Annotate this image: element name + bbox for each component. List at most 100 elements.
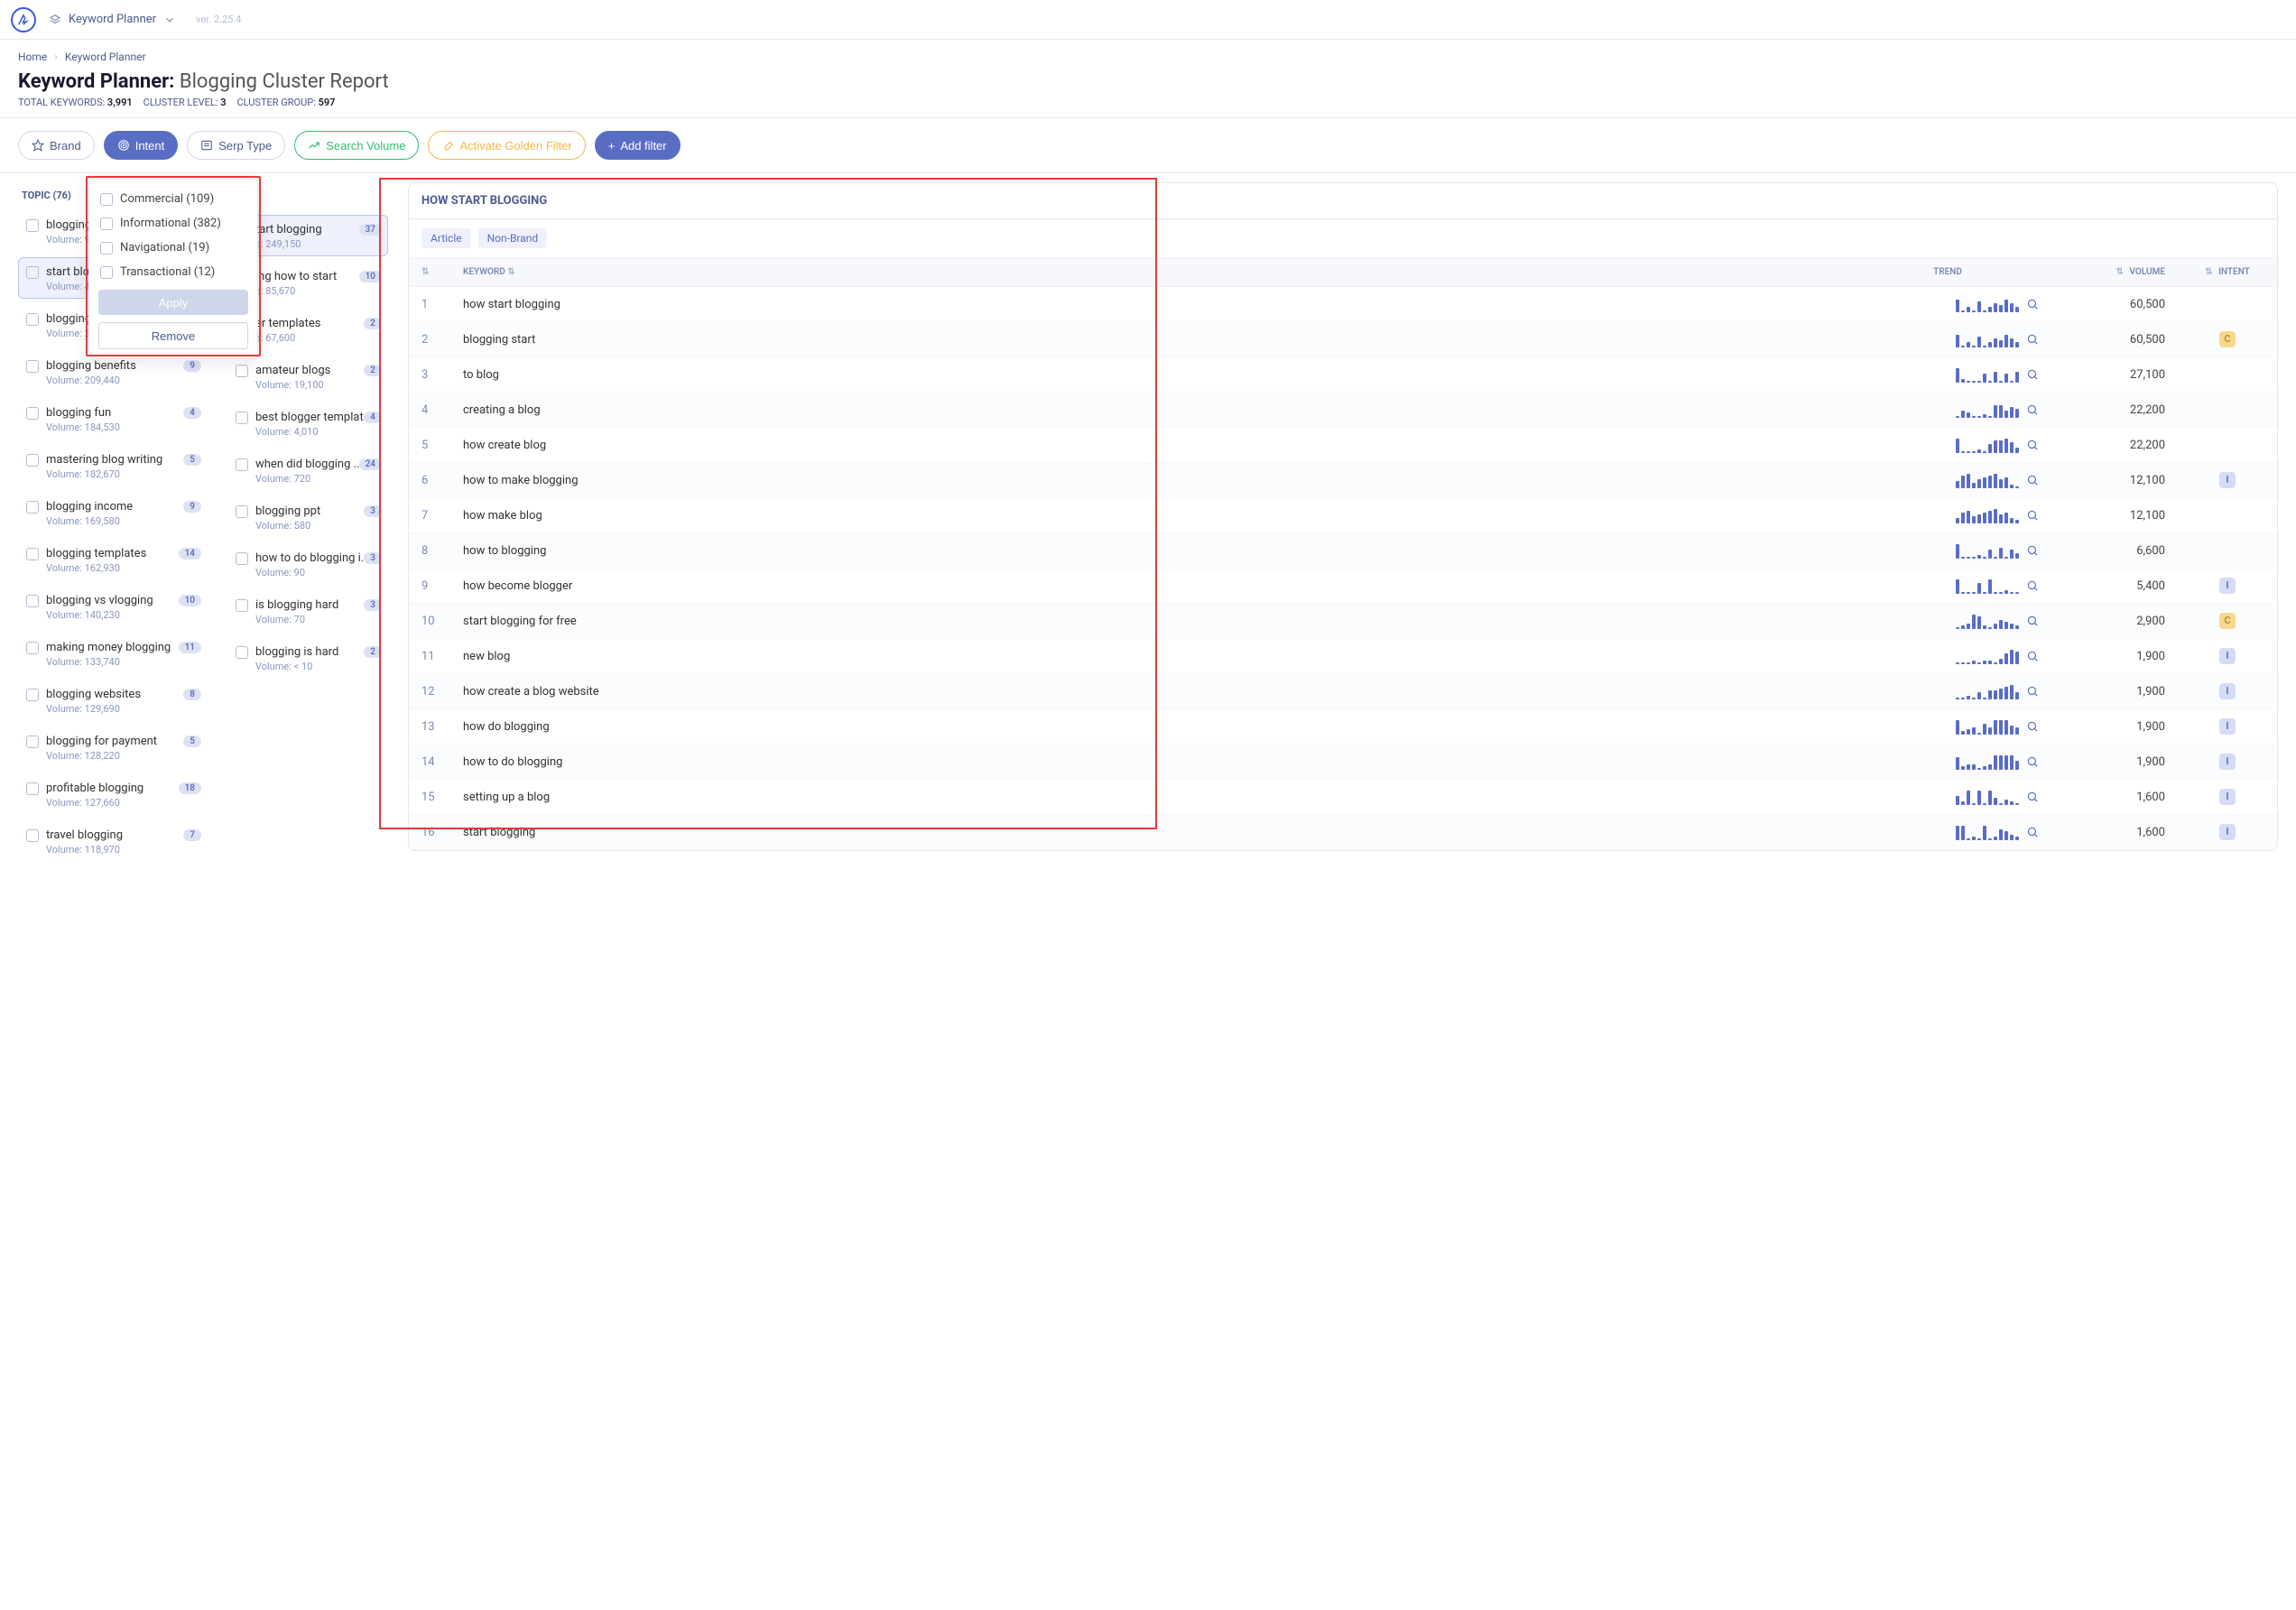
col-intent[interactable]: ⇅ INTENT (2178, 258, 2277, 287)
table-row[interactable]: 13how do blogging1,900I (409, 709, 2277, 745)
search-icon[interactable] (2026, 509, 2039, 522)
apply-button[interactable]: Apply (98, 290, 248, 315)
topic-item[interactable]: blogging templatesVolume: 162,93014 (18, 539, 208, 580)
filter-brand[interactable]: Brand (18, 131, 95, 160)
topic-item[interactable]: travel bloggingVolume: 118,9707 (18, 820, 208, 862)
subtopic-item[interactable]: blogging is hardVolume: < 102 (227, 637, 388, 679)
checkbox-icon[interactable] (100, 266, 113, 279)
checkbox-icon[interactable] (236, 505, 248, 518)
checkbox-icon[interactable] (26, 219, 39, 232)
intent-option[interactable]: Transactional (12) (98, 260, 248, 284)
checkbox-icon[interactable] (26, 501, 39, 514)
checkbox-icon[interactable] (236, 412, 248, 424)
add-filter-button[interactable]: + Add filter (595, 131, 680, 160)
sort-icon[interactable]: ⇅ (421, 267, 429, 277)
table-row[interactable]: 14how to do blogging1,900I (409, 745, 2277, 780)
topic-item[interactable]: blogging vs vloggingVolume: 140,23010 (18, 586, 208, 627)
table-row[interactable]: 6how to make blogging12,100I (409, 463, 2277, 498)
checkbox-icon[interactable] (26, 454, 39, 467)
filter-search-volume[interactable]: Search Volume (294, 131, 419, 160)
table-row[interactable]: 9how become blogger5,400I (409, 569, 2277, 604)
search-icon[interactable] (2026, 403, 2039, 416)
sort-icon[interactable]: ⇅ (2205, 267, 2212, 277)
sort-icon[interactable]: ⇅ (2116, 267, 2124, 277)
topic-item[interactable]: blogging incomeVolume: 169,5809 (18, 492, 208, 533)
subtopic-item[interactable]: amateur blogsVolume: 19,1002 (227, 356, 388, 397)
checkbox-icon[interactable] (26, 548, 39, 560)
search-icon[interactable] (2026, 544, 2039, 557)
intent-filter-dropdown: Commercial (109)Informational (382)Navig… (88, 179, 258, 359)
topic-item[interactable]: blogging for paymentVolume: 128,2205 (18, 726, 208, 768)
topic-item[interactable]: profitable bloggingVolume: 127,66018 (18, 773, 208, 815)
search-icon[interactable] (2026, 650, 2039, 662)
checkbox-icon[interactable] (26, 642, 39, 654)
checkbox-icon[interactable] (236, 599, 248, 612)
tag[interactable]: Article (421, 228, 471, 248)
checkbox-icon[interactable] (100, 242, 113, 254)
subtopic-item[interactable]: how to do blogging i...Volume: 903 (227, 543, 388, 585)
checkbox-icon[interactable] (26, 736, 39, 748)
row-keyword: to blog (450, 357, 1844, 393)
table-row[interactable]: 15setting up a blog1,600I (409, 780, 2277, 815)
search-icon[interactable] (2026, 791, 2039, 803)
table-row[interactable]: 11new blog1,900I (409, 639, 2277, 674)
search-icon[interactable] (2026, 615, 2039, 627)
search-icon[interactable] (2026, 474, 2039, 486)
topic-item[interactable]: mastering blog writingVolume: 182,6705 (18, 445, 208, 486)
topic-item[interactable]: blogging websitesVolume: 129,6908 (18, 680, 208, 721)
col-volume[interactable]: ⇅ VOLUME (2051, 258, 2178, 287)
table-row[interactable]: 3to blog27,100 (409, 357, 2277, 393)
table-row[interactable]: 1how start blogging60,500 (409, 287, 2277, 322)
search-icon[interactable] (2026, 368, 2039, 381)
filter-serp-type[interactable]: Serp Type (187, 131, 285, 160)
search-icon[interactable] (2026, 579, 2039, 592)
app-selector[interactable]: Keyword Planner (49, 13, 176, 26)
checkbox-icon[interactable] (236, 365, 248, 377)
checkbox-icon[interactable] (100, 193, 113, 206)
search-icon[interactable] (2026, 685, 2039, 698)
checkbox-icon[interactable] (236, 646, 248, 659)
table-row[interactable]: 7how make blog12,100 (409, 498, 2277, 533)
checkbox-icon[interactable] (26, 407, 39, 420)
table-row[interactable]: 12how create a blog website1,900I (409, 674, 2277, 709)
topic-item[interactable]: making money bloggingVolume: 133,74011 (18, 633, 208, 674)
table-row[interactable]: 8how to blogging6,600 (409, 533, 2277, 569)
checkbox-icon[interactable] (26, 782, 39, 795)
remove-button[interactable]: Remove (98, 322, 248, 349)
topic-item[interactable]: blogging funVolume: 184,5304 (18, 398, 208, 440)
col-trend[interactable]: TREND (1844, 258, 2051, 287)
checkbox-icon[interactable] (26, 266, 39, 279)
sort-icon[interactable]: ⇅ (507, 267, 514, 277)
tag[interactable]: Non-Brand (478, 228, 548, 248)
filter-intent[interactable]: Intent (104, 131, 179, 160)
filter-golden[interactable]: Activate Golden Filter (428, 131, 585, 160)
search-icon[interactable] (2026, 298, 2039, 310)
subtopic-item[interactable]: blogging pptVolume: 5803 (227, 496, 388, 538)
search-icon[interactable] (2026, 755, 2039, 768)
subtopic-item[interactable]: is blogging hardVolume: 703 (227, 590, 388, 632)
table-row[interactable]: 16start blogging1,600I (409, 815, 2277, 850)
intent-option[interactable]: Navigational (19) (98, 236, 248, 260)
search-icon[interactable] (2026, 333, 2039, 346)
breadcrumb-home[interactable]: Home (18, 51, 47, 63)
col-keyword[interactable]: KEYWORD ⇅ (450, 258, 1844, 287)
checkbox-icon[interactable] (236, 552, 248, 565)
table-row[interactable]: 2blogging start60,500C (409, 322, 2277, 357)
checkbox-icon[interactable] (26, 595, 39, 607)
intent-option[interactable]: Informational (382) (98, 211, 248, 236)
table-row[interactable]: 10start blogging for free2,900C (409, 604, 2277, 639)
table-row[interactable]: 4creating a blog22,200 (409, 393, 2277, 428)
subtopic-item[interactable]: when did blogging ...Volume: 72024 (227, 449, 388, 491)
intent-option[interactable]: Commercial (109) (98, 187, 248, 211)
checkbox-icon[interactable] (26, 360, 39, 373)
checkbox-icon[interactable] (26, 829, 39, 842)
search-icon[interactable] (2026, 720, 2039, 733)
subtopic-item[interactable]: best blogger templat...Volume: 4,0104 (227, 402, 388, 444)
checkbox-icon[interactable] (236, 458, 248, 471)
search-icon[interactable] (2026, 826, 2039, 838)
checkbox-icon[interactable] (100, 217, 113, 230)
checkbox-icon[interactable] (26, 689, 39, 701)
checkbox-icon[interactable] (26, 313, 39, 326)
table-row[interactable]: 5how create blog22,200 (409, 428, 2277, 463)
search-icon[interactable] (2026, 439, 2039, 451)
